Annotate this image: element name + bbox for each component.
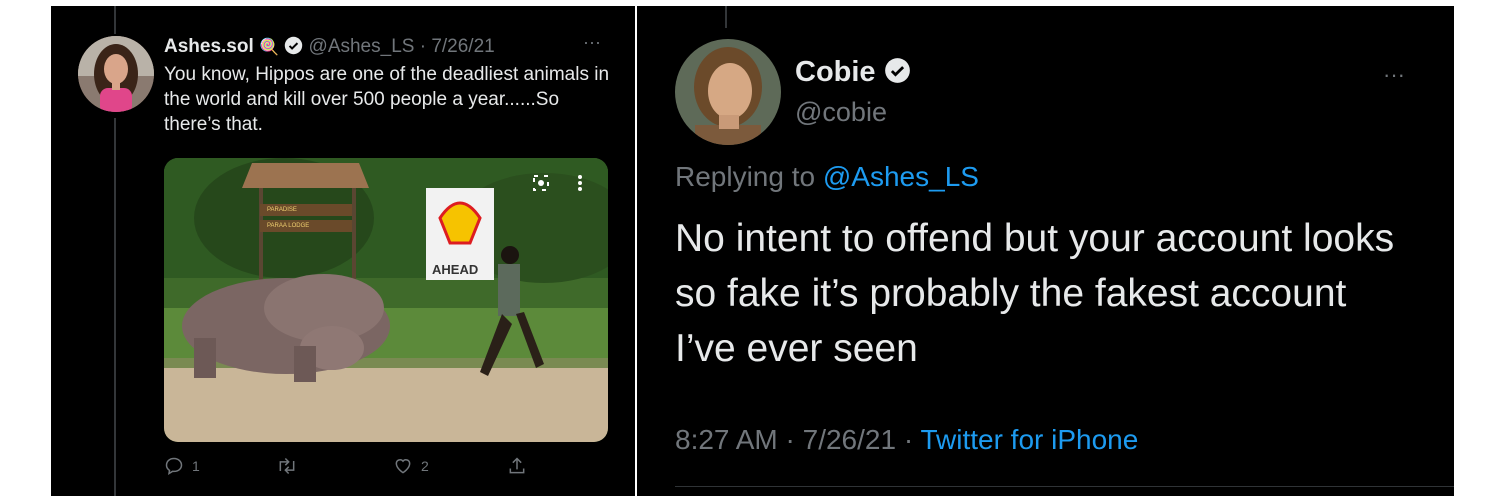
replying-to: Replying to @Ashes_LS [675,161,979,193]
replying-prefix: Replying to [675,161,823,192]
reply-icon [165,457,183,475]
like-button[interactable]: 2 [393,456,429,476]
reply-tweet-panel: Cobie @cobie ··· Replying to @Ashes_LS N… [637,6,1454,496]
tweet-header: Ashes.sol 🍭 @Ashes_LS · 7/26/21 [164,36,495,61]
sign-bottom-text: PARAA LODGE [267,223,310,229]
more-icon[interactable]: ··· [583,32,601,53]
tweet-text: No intent to offend but your account loo… [675,217,1395,370]
share-button[interactable] [507,456,527,476]
display-name-row: Cobie [795,56,911,92]
avatar-image [78,36,154,112]
parent-tweet-panel: Ashes.sol 🍭 @Ashes_LS · 7/26/21 ··· You … [51,6,635,496]
share-icon [509,457,525,474]
thread-line-top [114,6,116,34]
tweet-text: You know, Hippos are one of the deadlies… [164,64,610,135]
tweet-image[interactable]: PARADISE PARAA LODGE AHEAD [164,158,608,442]
retweet-button[interactable] [276,456,306,476]
more-icon[interactable]: ··· [1383,62,1405,88]
verified-badge-icon [884,57,911,92]
avatar-image [675,39,781,145]
divider [675,486,1454,487]
shell-sign-text: AHEAD [432,262,479,277]
media-more-icon [578,175,582,191]
display-name[interactable]: Cobie [795,56,876,88]
lollipop-emoji: 🍭 [259,39,279,56]
like-count: 2 [421,458,429,474]
heart-icon [395,459,411,474]
tweet-date[interactable]: 7/26/21 [431,36,494,57]
reply-count: 1 [192,458,200,474]
tweet-source-link[interactable]: Twitter for iPhone [920,424,1138,455]
verified-badge-icon [284,36,303,61]
reply-button[interactable]: 1 [164,456,200,476]
handle[interactable]: @cobie [795,97,887,128]
tweet-time[interactable]: 8:27 AM [675,424,778,455]
hippo-photo [164,158,608,442]
retweet-icon [279,457,295,475]
thread-line-top [725,6,727,28]
avatar[interactable] [78,36,154,112]
tweet-date[interactable]: 7/26/21 [803,424,896,455]
handle[interactable]: @Ashes_LS [309,36,415,57]
replying-handle-link[interactable]: @Ashes_LS [823,161,979,192]
tweet-metadata: 8:27 AM · 7/26/21 · Twitter for iPhone [675,424,1139,455]
thread-line-bottom [114,118,116,496]
avatar[interactable] [675,39,781,145]
sign-top-text: PARADISE [267,207,297,213]
display-name[interactable]: Ashes.sol [164,36,254,57]
